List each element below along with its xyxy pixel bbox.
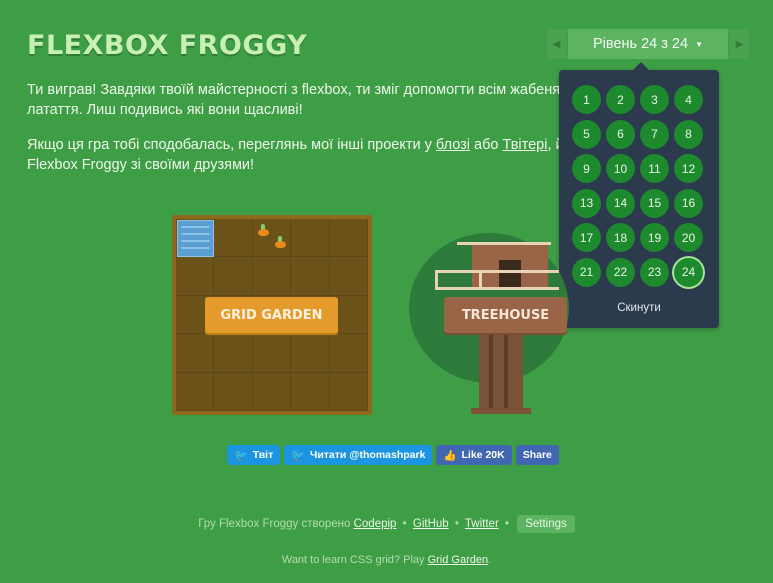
level-button[interactable]: 4 [674,85,703,114]
twitter-footer-link[interactable]: Twitter [465,518,499,530]
level-button[interactable]: 12 [674,154,703,183]
level-button[interactable]: 14 [606,188,635,218]
level-button[interactable]: 8 [674,119,703,149]
reset-button[interactable]: Скинути [559,302,719,314]
promo-suffix: . [488,554,492,566]
like-label: Like 20K [461,449,505,461]
logo: FLEXBOX FROGGY [27,30,308,61]
level-button[interactable]: 7 [640,119,669,149]
level-button[interactable]: 20 [674,223,703,252]
arrow-right-icon: ▶ [735,38,744,50]
footer-separator: • [504,518,510,530]
level-button[interactable]: 9 [572,154,601,183]
level-button[interactable]: 6 [606,119,635,149]
level-button[interactable]: 2 [606,85,635,114]
previous-level-button[interactable]: ◀ [546,29,568,59]
twitter-link[interactable]: Твітері [502,137,547,153]
facebook-like-button[interactable]: 👍 Like 20K [436,445,512,465]
carrot-icon [256,224,270,236]
level-grid: 1 2 3 4 5 6 7 8 9 10 11 12 13 14 15 16 17 18 19 20 21 22 23 24 [572,85,708,287]
level-button[interactable]: 19 [640,223,669,252]
level-button[interactable]: 10 [606,154,635,183]
level-button[interactable]: 23 [640,257,669,287]
tweet-button[interactable]: 🐦 Твіт [227,445,281,465]
level-button[interactable]: 21 [572,257,601,287]
settings-button[interactable]: Settings [517,515,575,533]
social-buttons: 🐦 Твіт 🐦 Читати @thomashpark 👍 Like 20K … [227,445,559,465]
grid-garden-button[interactable]: GRID GARDEN [205,297,338,333]
level-selector: ◀ Рівень 24 з 24 ▼ ▶ [546,29,750,59]
level-button[interactable]: 24 [674,257,703,287]
github-link[interactable]: GitHub [413,518,449,530]
level-dropdown: 1 2 3 4 5 6 7 8 9 10 11 12 13 14 15 16 17 18 19 20 21 22 23 24 … [559,62,719,328]
arrow-left-icon: ◀ [552,38,561,50]
codepip-link[interactable]: Codepip [354,518,397,530]
water-tile-icon [177,220,214,257]
level-button[interactable]: 11 [640,154,669,183]
next-level-button[interactable]: ▶ [728,29,750,59]
footer-prefix: Гру Flexbox Froggy створено [198,518,351,530]
level-button[interactable]: 15 [640,188,669,218]
footer: Гру Flexbox Froggy створено Codepip • Gi… [0,515,773,533]
caret-down-icon: ▼ [695,39,703,49]
thumbs-up-icon: 👍 [443,449,457,462]
tweet-label: Твіт [252,449,274,461]
promo-prefix: Want to learn CSS grid? Play [281,554,425,566]
level-button[interactable]: 16 [674,188,703,218]
footer-separator: • [402,518,407,530]
twitter-bird-icon: 🐦 [234,449,248,462]
level-button[interactable]: 3 [640,85,669,114]
twitter-bird-icon: 🐦 [291,449,305,462]
grid-garden-promo: Want to learn CSS grid? Play Grid Garden… [0,554,773,566]
level-button[interactable]: 5 [572,119,601,149]
level-button[interactable]: 13 [572,188,601,218]
share-label: Share [522,449,552,461]
carrot-icon [273,236,287,248]
share-mid: або [469,137,503,153]
level-button[interactable]: 1 [572,85,601,114]
share-prefix: Якщо ця гра тобі сподобалась, переглянь … [27,137,436,153]
level-button[interactable]: 22 [606,257,635,287]
follow-label: Читати @thomashpark [309,449,426,461]
level-button[interactable]: 17 [572,223,601,252]
grid-garden-link[interactable]: Grid Garden [428,554,489,566]
treehouse-button[interactable]: TREEHOUSE [444,297,567,333]
blog-link[interactable]: блозі [436,137,470,153]
follow-button[interactable]: 🐦 Читати @thomashpark [284,445,433,465]
level-label: Рівень 24 з 24 [593,36,689,52]
facebook-share-button[interactable]: Share [515,445,559,465]
footer-separator: • [454,518,459,530]
level-button[interactable]: 18 [606,223,635,252]
level-indicator[interactable]: Рівень 24 з 24 ▼ [568,29,728,59]
